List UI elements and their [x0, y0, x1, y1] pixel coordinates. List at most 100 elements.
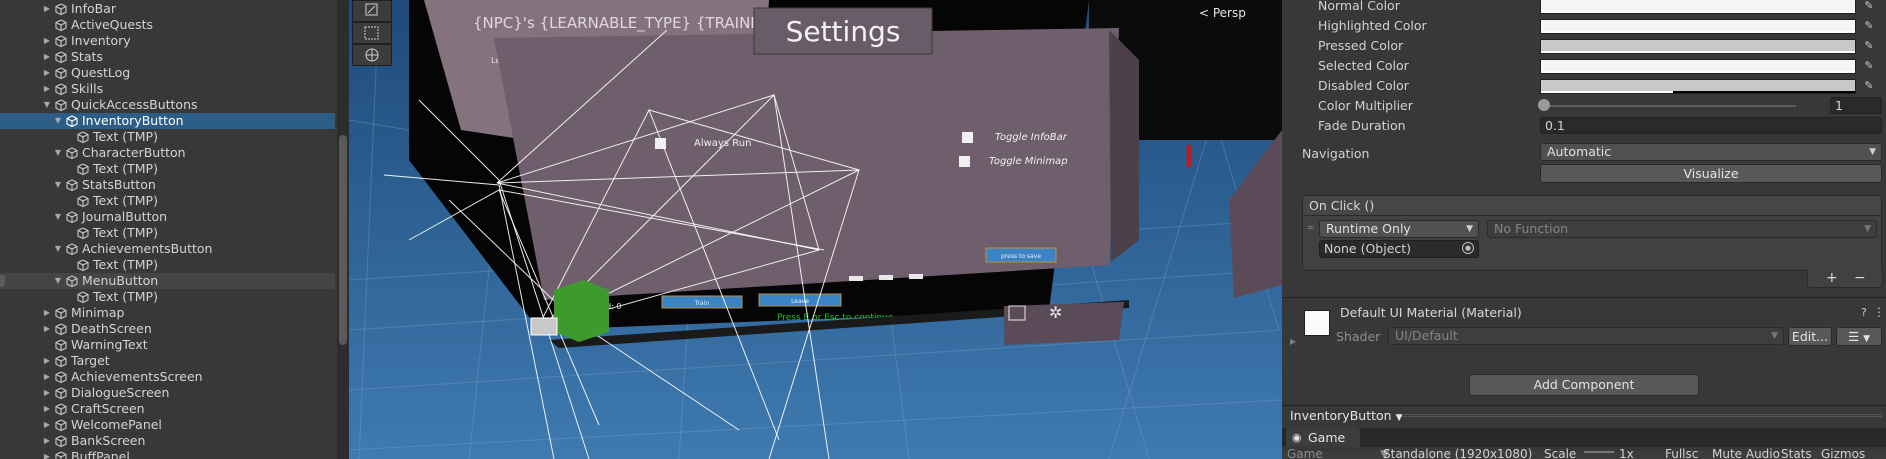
scene-view[interactable]: {NPC}'s {LEARNABLE_TYPE} {TRAINER Level … [349, 0, 1282, 459]
add-event-button[interactable]: + [1826, 270, 1838, 286]
expand-arrow-right-icon[interactable]: ▶ [42, 417, 52, 433]
hierarchy-item[interactable]: ▶ Target [0, 353, 335, 369]
expand-arrow-down-icon[interactable]: ▼ [53, 177, 63, 193]
visualize-button[interactable]: Visualize [1540, 164, 1882, 183]
hierarchy-item[interactable]: ▶ CraftScreen [0, 401, 335, 417]
footer-object-dropdown[interactable]: InventoryButton ▼ [1290, 408, 1402, 423]
object-field[interactable]: None (Object) ● [1319, 240, 1479, 258]
hierarchy-item[interactable]: Text (TMP) [0, 161, 335, 177]
camera-gizmo[interactable] [530, 317, 558, 336]
hierarchy-item[interactable]: ▶ Stats [0, 49, 335, 65]
color-field[interactable] [1540, 59, 1856, 74]
expand-arrow-down-icon[interactable]: ▼ [53, 209, 63, 225]
expand-arrow-down-icon[interactable]: ▼ [42, 97, 52, 113]
runtime-dropdown[interactable]: Runtime Only ▼ [1319, 220, 1479, 238]
expand-arrow-right-icon[interactable]: ▶ [42, 49, 52, 65]
expand-arrow-down-icon[interactable]: ▼ [53, 273, 63, 289]
hierarchy-item[interactable]: Text (TMP) [0, 129, 335, 145]
hierarchy-item[interactable]: Text (TMP) [0, 193, 335, 209]
hierarchy-item[interactable]: ▼ AchievementsButton [0, 241, 335, 257]
color-multiplier-handle[interactable] [1538, 99, 1550, 111]
eyedropper-icon[interactable]: ✎ [1862, 39, 1876, 53]
expand-arrow-right-icon[interactable]: ▶ [42, 401, 52, 417]
kebab-menu-icon[interactable]: ⋮ [1873, 305, 1885, 319]
gizmos-toggle[interactable]: Gizmos [1821, 447, 1865, 459]
tab-game[interactable]: ◉ Game [1286, 428, 1360, 447]
add-component-button[interactable]: Add Component [1469, 374, 1699, 396]
display-dropdown[interactable]: Game [1287, 447, 1323, 459]
expand-arrow-right-icon[interactable]: ▶ [42, 385, 52, 401]
hierarchy-item[interactable]: ▶ InfoBar [0, 1, 335, 17]
scene-canvas[interactable]: {NPC}'s {LEARNABLE_TYPE} {TRAINER Level … [349, 0, 1282, 459]
hierarchy-item[interactable]: ▼ JournalButton [0, 209, 335, 225]
help-icon[interactable]: ? [1861, 306, 1871, 319]
expand-arrow-right-icon[interactable]: ▶ [42, 65, 52, 81]
expand-arrow-right-icon[interactable]: ▶ [42, 369, 52, 385]
foldout-arrow-icon[interactable]: ▶ [1290, 337, 1298, 347]
hierarchy-item[interactable]: ▶ Skills [0, 81, 335, 97]
hierarchy-item[interactable]: ▶ Minimap [0, 305, 335, 321]
perspective-toggle[interactable]: < Persp [1199, 6, 1246, 20]
object-gizmo-box[interactable] [554, 280, 609, 342]
hierarchy-item[interactable]: ▶ BankScreen [0, 433, 335, 449]
eyedropper-icon[interactable]: ✎ [1862, 59, 1876, 73]
hierarchy-item[interactable]: ▼ MenuButton [0, 273, 335, 289]
expand-arrow-right-icon[interactable]: ▶ [42, 433, 52, 449]
function-dropdown[interactable]: No Function ▼ [1487, 220, 1877, 238]
hierarchy-item[interactable]: ▶ DialogueScreen [0, 385, 335, 401]
expand-arrow-right-icon[interactable]: ▶ [42, 353, 52, 369]
hierarchy-item[interactable]: ▶ DeathScreen [0, 321, 335, 337]
rect-tool-button[interactable] [352, 0, 392, 22]
expand-arrow-right-icon[interactable]: ▶ [42, 449, 52, 459]
shader-dropdown[interactable]: UI/Default ▼ [1388, 327, 1784, 345]
eyedropper-icon[interactable]: ✎ [1862, 19, 1876, 33]
transform-tool-button[interactable] [352, 44, 392, 66]
resolution-dropdown[interactable]: Standalone (1920x1080) [1383, 447, 1532, 459]
hierarchy-scroll-thumb[interactable] [339, 135, 347, 345]
hierarchy-item[interactable]: ▼ StatsButton [0, 177, 335, 193]
color-field[interactable] [1540, 19, 1856, 34]
hierarchy-item[interactable]: ▶ QuestLog [0, 65, 335, 81]
hierarchy-item[interactable]: ▶ AchievementsScreen [0, 369, 335, 385]
hierarchy-item[interactable]: WarningText [0, 337, 335, 353]
expand-arrow-right-icon[interactable]: ▶ [42, 305, 52, 321]
expand-arrow-right-icon[interactable]: ▶ [42, 1, 52, 17]
hierarchy-item[interactable]: ▶ Inventory [0, 33, 335, 49]
footer-handle[interactable] [1402, 414, 1882, 417]
hierarchy-item[interactable]: Text (TMP) [0, 289, 335, 305]
scale-slider[interactable] [1584, 451, 1614, 453]
eyedropper-icon[interactable]: ✎ [1862, 79, 1876, 93]
object-picker-icon[interactable]: ● [1462, 242, 1474, 254]
visibility-pin-icon[interactable] [0, 275, 5, 287]
hierarchy-item[interactable]: ▶ BuffPanel [0, 449, 335, 459]
hierarchy-item[interactable]: ▼ InventoryButton [0, 113, 335, 129]
hierarchy-item[interactable]: ActiveQuests [0, 17, 335, 33]
hierarchy-item[interactable]: Text (TMP) [0, 225, 335, 241]
color-multiplier-value[interactable]: 1 [1830, 97, 1882, 114]
remove-event-button[interactable]: − [1854, 270, 1866, 286]
edit-shader-button[interactable]: Edit... [1788, 327, 1832, 346]
material-preview[interactable] [1304, 310, 1330, 336]
expand-arrow-down-icon[interactable]: ▼ [53, 241, 63, 257]
hierarchy-item[interactable]: ▶ WelcomePanel [0, 417, 335, 433]
expand-arrow-right-icon[interactable]: ▶ [42, 81, 52, 97]
mute-audio-toggle[interactable]: Mute Audio [1712, 447, 1780, 459]
shader-list-button[interactable]: ☰ ▼ [1836, 327, 1882, 346]
expand-arrow-right-icon[interactable]: ▶ [42, 321, 52, 337]
hierarchy-item[interactable]: ▼ CharacterButton [0, 145, 335, 161]
fade-duration-field[interactable]: 0.1 [1540, 117, 1882, 134]
color-multiplier-track[interactable] [1544, 105, 1796, 107]
color-field[interactable] [1540, 79, 1856, 94]
stats-toggle[interactable]: Stats [1781, 447, 1812, 459]
fullscreen-dropdown[interactable]: Fullsc [1665, 447, 1698, 459]
expand-arrow-down-icon[interactable]: ▼ [53, 113, 63, 129]
expand-arrow-down-icon[interactable]: ▼ [53, 145, 63, 161]
drag-handle-icon[interactable]: = [1307, 223, 1315, 233]
hierarchy-item[interactable]: Text (TMP) [0, 257, 335, 273]
navigation-dropdown[interactable]: Automatic ▼ [1540, 143, 1882, 161]
rect-transform-tool-button[interactable] [352, 22, 392, 44]
hierarchy-scrollbar[interactable] [337, 0, 349, 459]
eyedropper-icon[interactable]: ✎ [1862, 0, 1876, 13]
color-field[interactable] [1540, 0, 1856, 14]
hierarchy-item[interactable]: ▼ QuickAccessButtons [0, 97, 335, 113]
